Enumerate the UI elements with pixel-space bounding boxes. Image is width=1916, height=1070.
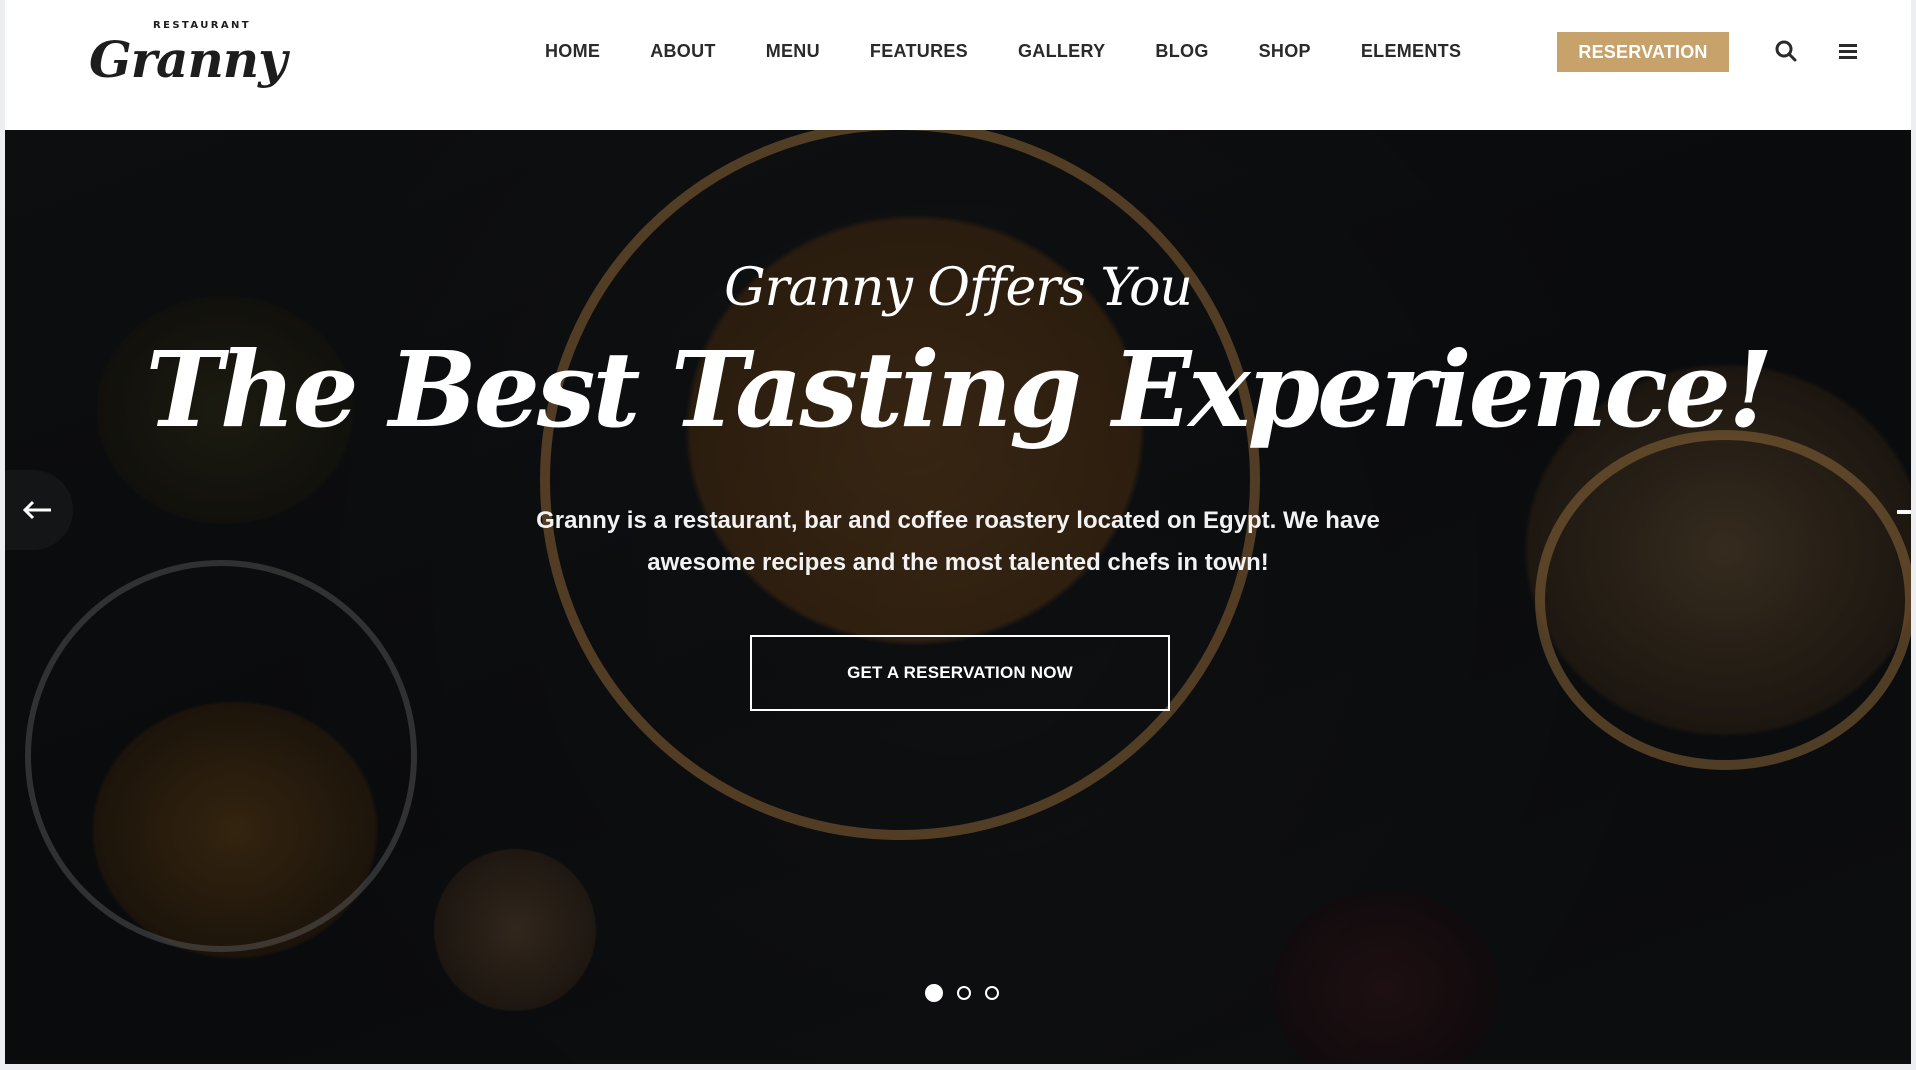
slider-dot-1[interactable]: [925, 984, 943, 1002]
nav-item-menu[interactable]: MENU: [766, 41, 820, 62]
slider-dot-2[interactable]: [957, 986, 971, 1000]
search-icon[interactable]: [1773, 38, 1799, 64]
slider-next-button[interactable]: [1897, 510, 1911, 514]
hamburger-menu-icon[interactable]: [1835, 38, 1861, 64]
get-reservation-button[interactable]: GET A RESERVATION NOW: [750, 635, 1170, 711]
nav-item-gallery[interactable]: GALLERY: [1018, 41, 1105, 62]
nav-item-shop[interactable]: SHOP: [1259, 41, 1311, 62]
slider-prev-button[interactable]: [5, 470, 73, 550]
nav-item-home[interactable]: HOME: [545, 41, 600, 140]
slider-pagination: [925, 984, 1013, 1002]
nav-item-about[interactable]: ABOUT: [650, 41, 716, 62]
reservation-button[interactable]: RESERVATION: [1557, 32, 1729, 72]
arrow-left-icon: [22, 500, 51, 520]
nav-item-features[interactable]: FEATURES: [870, 41, 968, 62]
logo-wordmark: Granny: [89, 30, 287, 89]
hero-description: Granny is a restaurant, bar and coffee r…: [458, 500, 1458, 584]
site-header: RESTAURANT Granny HOME ABOUT MENU FEATUR…: [5, 0, 1911, 140]
page-frame: RESTAURANT Granny HOME ABOUT MENU FEATUR…: [5, 0, 1911, 1064]
hero-content: Granny Offers You The Best Tasting Exper…: [5, 130, 1911, 1064]
slider-dot-3[interactable]: [985, 986, 999, 1000]
hero-description-line2: awesome recipes and the most talented ch…: [647, 549, 1269, 576]
nav-item-elements[interactable]: ELEMENTS: [1361, 41, 1461, 62]
main-nav: HOME ABOUT MENU FEATURES GALLERY BLOG SH…: [545, 28, 1511, 140]
nav-item-blog[interactable]: BLOG: [1155, 41, 1208, 62]
hero-subtitle: Granny Offers You: [724, 258, 1193, 318]
hero-slider: Granny Offers You The Best Tasting Exper…: [5, 130, 1911, 1064]
logo[interactable]: RESTAURANT Granny: [85, 16, 287, 89]
hero-headline: The Best Tasting Experience!: [145, 328, 1773, 451]
hero-description-line1: Granny is a restaurant, bar and coffee r…: [536, 507, 1380, 534]
